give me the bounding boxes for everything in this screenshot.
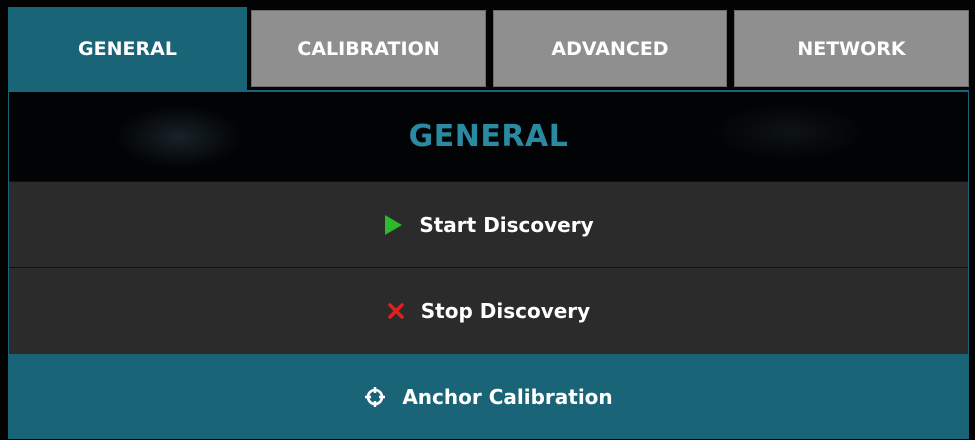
tab-network-label: NETWORK xyxy=(797,37,906,60)
anchor-calibration-button[interactable]: Anchor Calibration xyxy=(9,354,968,439)
tab-network[interactable]: NETWORK xyxy=(734,10,969,87)
tab-calibration-label: CALIBRATION xyxy=(297,37,440,60)
play-icon xyxy=(383,214,403,236)
start-discovery-label: Start Discovery xyxy=(419,212,594,237)
tab-advanced-label: ADVANCED xyxy=(551,37,669,60)
tab-advanced[interactable]: ADVANCED xyxy=(493,10,727,87)
crosshair-icon xyxy=(364,386,386,408)
stop-discovery-label: Stop Discovery xyxy=(420,299,591,323)
tab-general[interactable]: GENERAL xyxy=(8,7,247,91)
general-panel: GENERAL Start Discovery Stop Discovery A… xyxy=(8,90,969,439)
tab-bar: GENERAL CALIBRATION ADVANCED NETWORK xyxy=(8,7,969,91)
panel-title: GENERAL xyxy=(408,119,569,154)
settings-window: GENERAL CALIBRATION ADVANCED NETWORK GEN… xyxy=(0,0,975,440)
stop-discovery-button[interactable]: Stop Discovery xyxy=(9,267,968,354)
tab-calibration[interactable]: CALIBRATION xyxy=(251,10,486,87)
start-discovery-button[interactable]: Start Discovery xyxy=(9,181,968,267)
tab-general-label: GENERAL xyxy=(78,38,177,60)
anchor-calibration-label: Anchor Calibration xyxy=(402,384,613,409)
close-icon xyxy=(387,302,405,320)
panel-header: GENERAL xyxy=(9,92,968,181)
